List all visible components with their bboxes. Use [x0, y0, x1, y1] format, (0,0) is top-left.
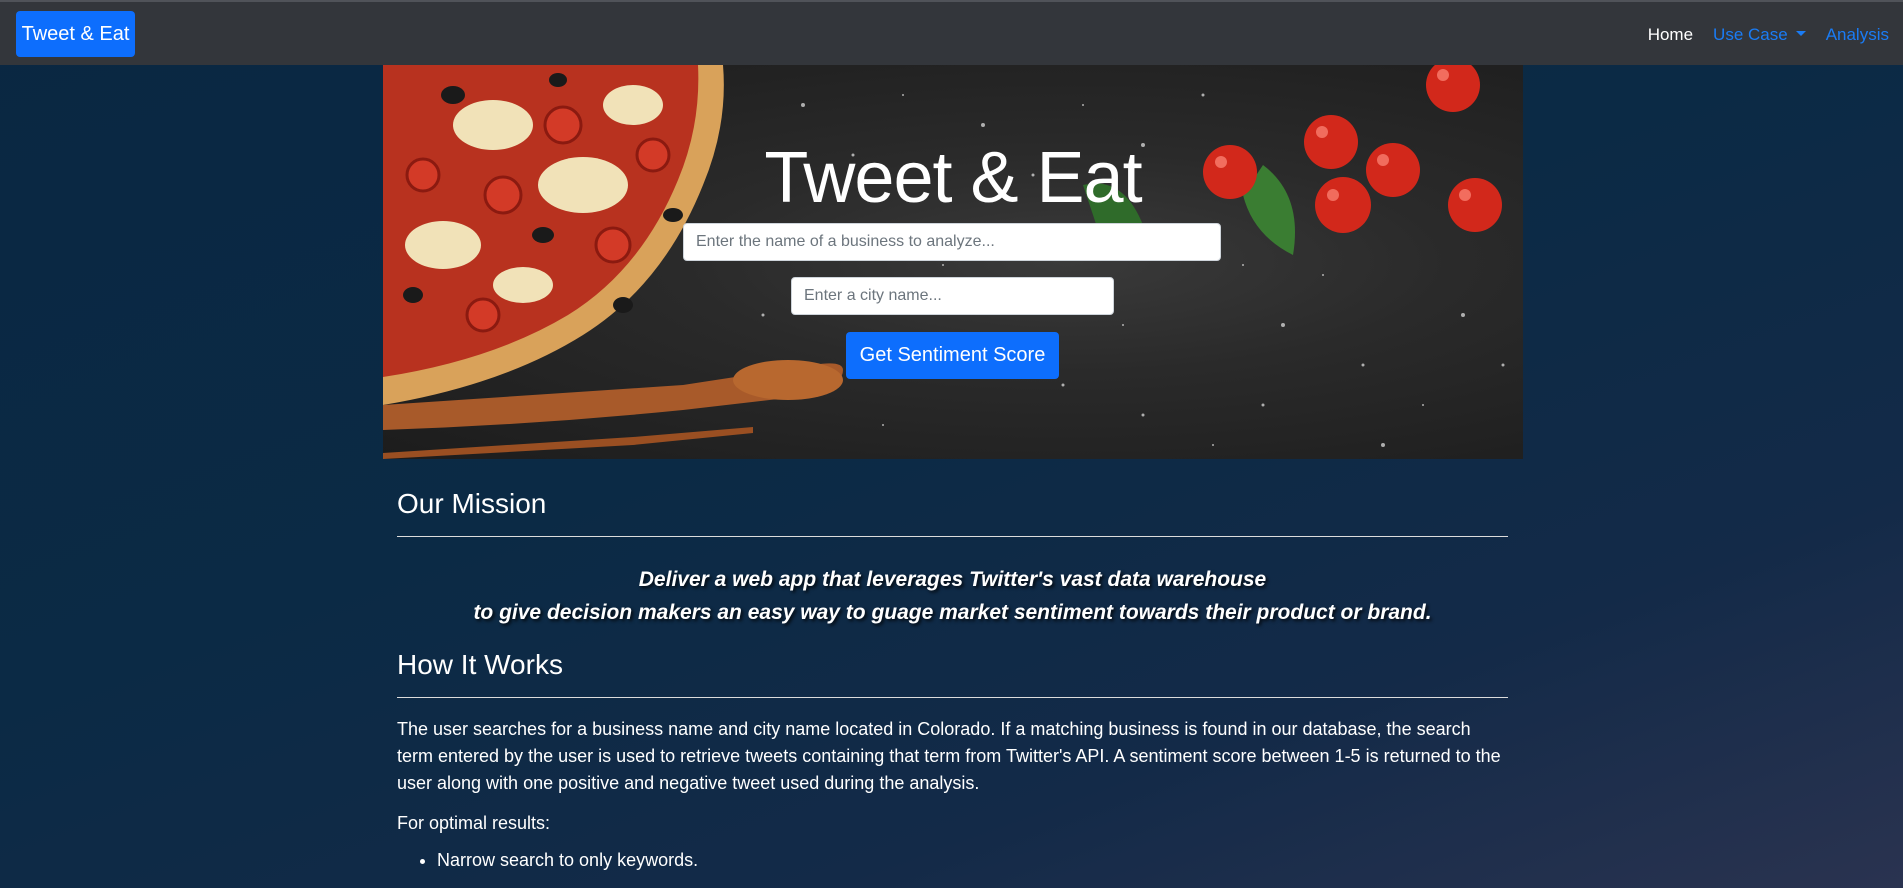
- how-it-works-heading: How It Works: [397, 649, 563, 680]
- nav-home-link[interactable]: Home: [1648, 25, 1693, 45]
- mission-divider: [397, 536, 1508, 537]
- mission-statement: Deliver a web app that leverages Twitter…: [397, 563, 1508, 629]
- nav-analysis-link[interactable]: Analysis: [1826, 25, 1889, 45]
- mission-line-2: to give decision makers an easy way to g…: [473, 601, 1432, 624]
- optimal-results-label: For optimal results:: [397, 813, 551, 833]
- navbar: Tweet & Eat Home Use Case Analysis: [0, 0, 1903, 65]
- nav-use-case-dropdown[interactable]: Use Case: [1713, 25, 1806, 45]
- nav-menu: Home Use Case Analysis: [1628, 2, 1889, 67]
- city-name-input[interactable]: [791, 277, 1114, 315]
- business-name-input[interactable]: [683, 223, 1221, 261]
- nav-use-case-label: Use Case: [1713, 24, 1788, 44]
- brand-button[interactable]: Tweet & Eat: [16, 11, 135, 57]
- main-content: Our Mission Deliver a web app that lever…: [397, 488, 1508, 871]
- hero-banner: Tweet & Eat Get Sentiment Score: [383, 65, 1523, 459]
- tips-list: Narrow search to only keywords.: [397, 850, 1508, 871]
- caret-down-icon: [1795, 30, 1806, 36]
- list-item: Narrow search to only keywords.: [437, 850, 1508, 871]
- how-it-works-divider: [397, 697, 1508, 698]
- hero-background-image: [383, 65, 1505, 459]
- mission-heading: Our Mission: [397, 488, 547, 519]
- get-sentiment-score-button[interactable]: Get Sentiment Score: [846, 332, 1059, 379]
- hero-title: Tweet & Eat: [764, 138, 1142, 218]
- mission-line-1: Deliver a web app that leverages Twitter…: [638, 568, 1267, 591]
- how-it-works-paragraph: The user searches for a business name an…: [397, 719, 1501, 793]
